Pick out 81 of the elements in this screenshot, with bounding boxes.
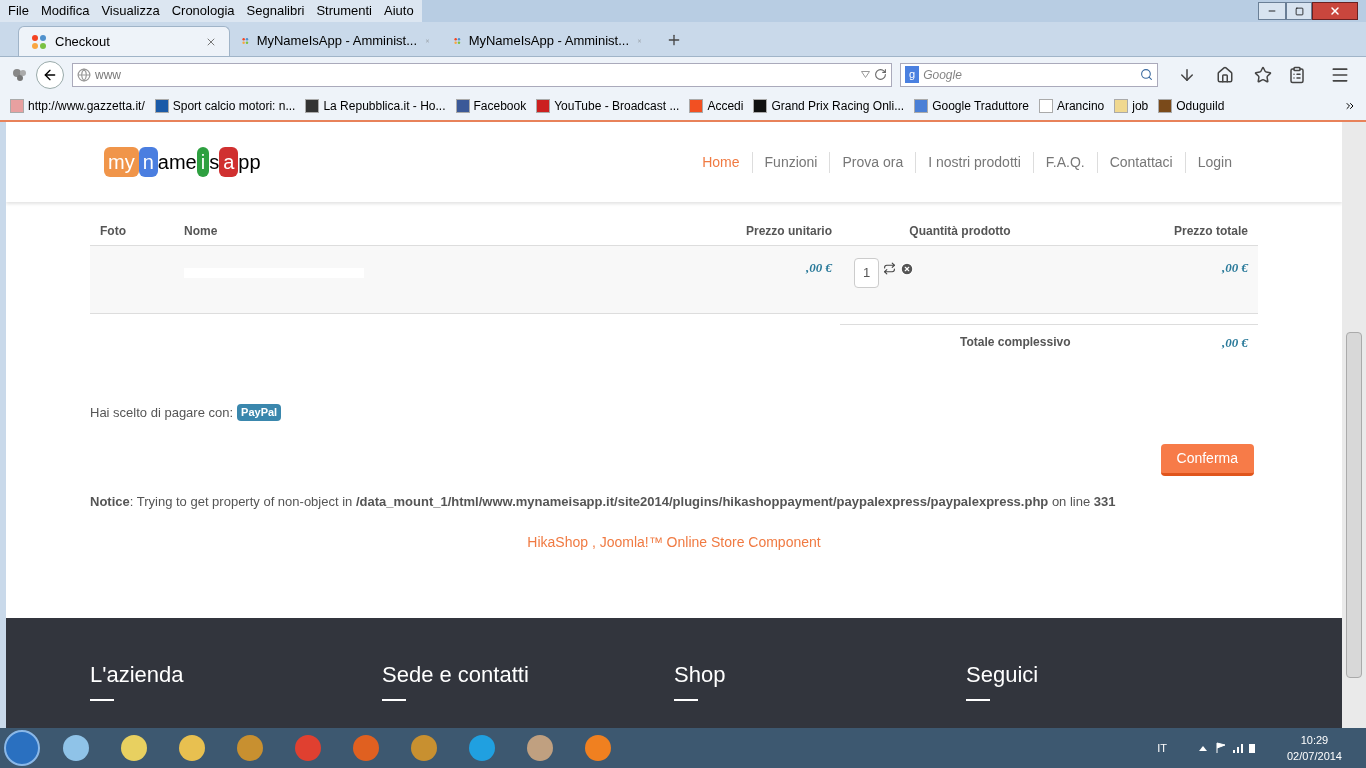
more-bookmarks-icon [1344,100,1356,112]
menu-item[interactable]: Aiuto [384,1,414,21]
search-input[interactable]: Google [923,65,1136,84]
menu-item[interactable]: Modifica [40,1,90,21]
column-header: Quantità prodotto [908,223,1012,240]
logo-text[interactable]: ame [157,147,197,177]
column-header: Prezzo totale [1173,223,1248,240]
bookmark-link[interactable]: La Repubblica.it - Ho... [323,97,446,115]
menu-item[interactable]: Cronologia [171,1,235,21]
menu-item[interactable]: Visualizza [101,1,160,21]
bookmark-link[interactable]: Facebook [473,97,527,115]
system-tray-icons[interactable] [1196,742,1257,754]
tab-title: MyNameIsApp - Amminist... [468,32,629,51]
address-bar[interactable]: www [72,62,892,87]
url-text: www [95,66,122,84]
bookmark-link[interactable]: Google Traduttore [932,97,1029,115]
total-price: ,00 € [1221,259,1248,277]
logo-text[interactable]: s [209,147,220,177]
unit-price: ,00 € [805,259,832,277]
footer-heading: L'azienda [90,661,185,689]
refresh-icon [883,262,896,275]
maximize-icon [1294,6,1304,16]
bookmarks-list-icon [1288,65,1306,84]
scrollbar[interactable] [1342,122,1366,728]
tab-title: MyNameIsApp - Amminist... [256,32,417,51]
footer-heading: Seguici [966,661,1040,689]
globe-icon [77,67,91,82]
bookmark-link[interactable]: Accedi [707,97,744,115]
bookmark-star-icon [1254,65,1272,84]
footer-heading: Shop [674,661,727,689]
nav-link[interactable]: Funzioni [751,151,830,173]
menu-item[interactable]: Strumenti [316,1,372,21]
bookmark-link[interactable]: YouTube - Broadcast ... [554,97,680,115]
nav-link[interactable]: I nostri prodotti [915,151,1033,173]
bookmark-link[interactable]: Sport calcio motori: n... [172,97,296,115]
browser-tab[interactable]: MyNameIsApp - Amminist... [442,26,654,56]
column-header: Foto [100,223,127,240]
payment-method-badge: PayPal [237,404,282,421]
browser-tab[interactable]: Checkout [18,26,230,56]
nav-link[interactable]: Login [1184,151,1244,173]
clock-date: 02/07/2014 [1286,749,1342,764]
nav-link[interactable]: Contattaci [1096,151,1185,173]
payment-label: Hai scelto di pagare con: [90,403,234,422]
logo-letter-tile[interactable]: a [219,147,239,177]
bookmark-link[interactable]: Grand Prix Racing Onli... [771,97,905,115]
search-field[interactable]: g Google [900,62,1158,87]
bookmark-link[interactable]: job [1132,97,1149,115]
close-button[interactable] [1312,2,1358,20]
nav-link[interactable]: Prova ora [829,151,916,173]
column-header: Prezzo unitario [745,223,832,240]
footer-heading: Sede e contatti [382,661,530,689]
search-icon [1140,68,1153,81]
column-header: Nome [184,223,219,240]
menu-item[interactable]: Segnalibri [246,1,305,21]
nav-link[interactable]: F.A.Q. [1032,151,1097,173]
clock-time: 10:29 [1300,732,1329,748]
quantity-field[interactable]: 1 [854,258,879,288]
browser-tab[interactable]: MyNameIsApp - Amminist... [230,26,442,56]
search-engine-badge[interactable]: g [905,66,920,83]
new-tab-icon [666,32,682,48]
back-button[interactable] [36,60,64,89]
total-label: Totale complessivo [959,334,1072,351]
logo-text[interactable]: pp [238,147,261,177]
notice-message: Notice: Trying to get property of non-object in /data_mount_1/html/www.mynameisapp.it/site2014/plugins/hikashoppayment/paypalexpress/paypalexpress.php on line 331 [90,493,1117,511]
language-indicator[interactable]: IT [1157,739,1167,757]
reload-icon [874,68,887,81]
bookmark-link[interactable]: Arancino [1056,97,1105,115]
remove-icon [900,262,914,276]
bookmark-link[interactable]: http://www.gazzetta.it/ [28,97,145,115]
start-button[interactable] [4,730,40,766]
minimize-button[interactable] [1258,2,1286,20]
close-icon [1329,5,1341,17]
home-icon [1216,65,1234,84]
maximize-button[interactable] [1286,2,1312,20]
joomla-icon [31,33,47,50]
tab-title: Checkout [55,32,111,51]
total-value: ,00 € [1222,334,1248,352]
dropdown-triangle-icon[interactable] [861,71,870,78]
logo-letter-tile[interactable]: n [138,147,158,177]
bookmark-link[interactable]: Oduguild [1176,97,1225,115]
menu-item[interactable]: File [8,1,29,21]
